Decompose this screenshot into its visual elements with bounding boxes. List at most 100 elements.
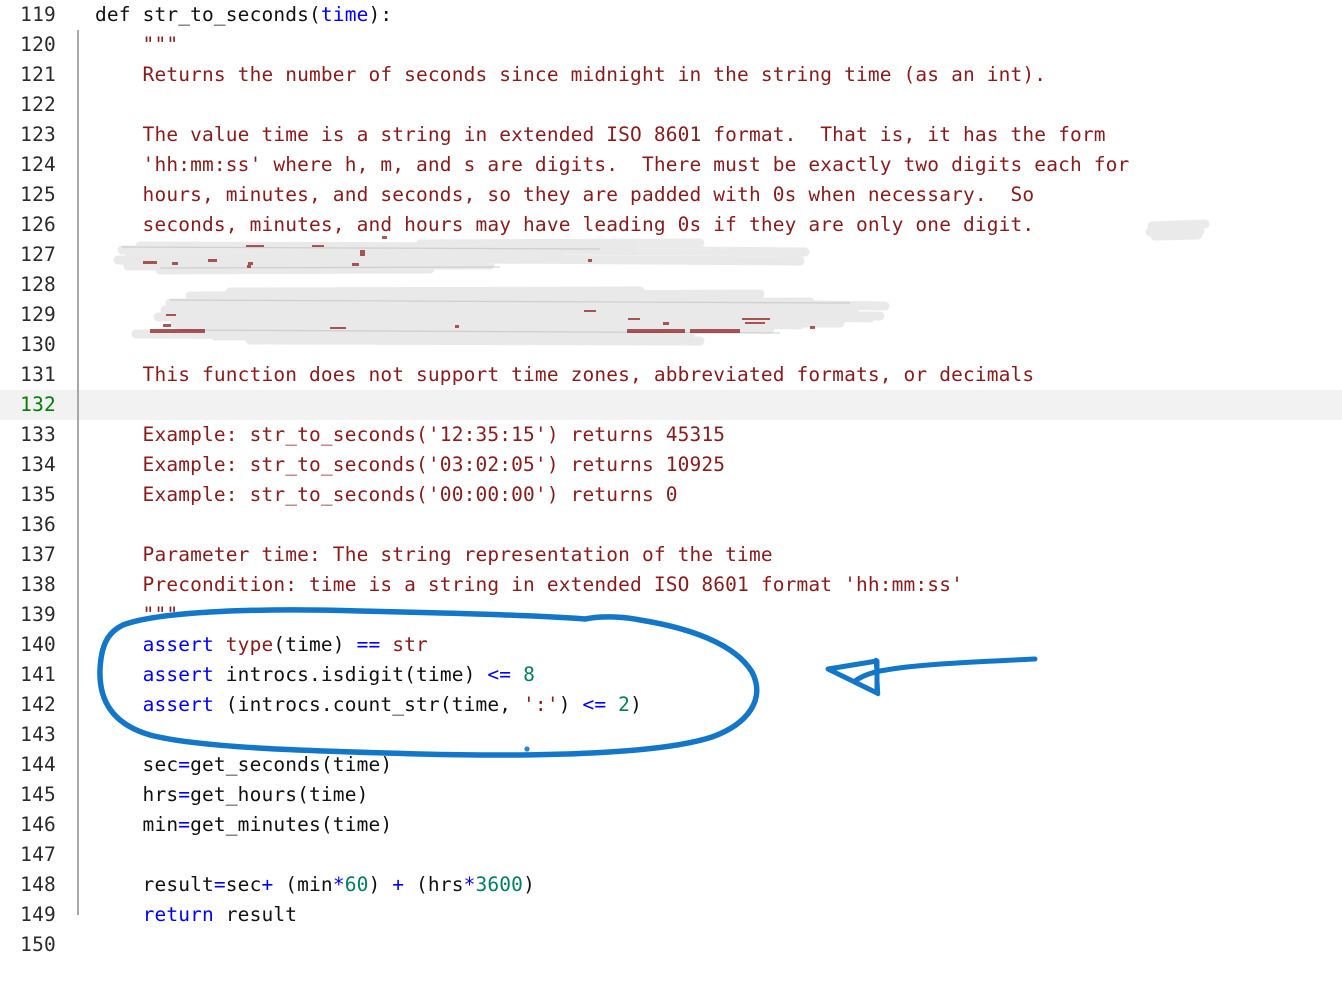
token-operator: =	[178, 813, 191, 836]
token-plain: get_seconds(time)	[190, 753, 393, 776]
code-line-146[interactable]: 146 min=get_minutes(time)	[0, 810, 1342, 840]
token-operator: =	[178, 753, 191, 776]
code-line-131[interactable]: 131 This function does not support time …	[0, 360, 1342, 390]
code-line-150[interactable]: 150	[0, 930, 1342, 960]
token-keyword: assert	[142, 633, 214, 656]
line-number: 149	[20, 903, 56, 926]
code-line-133[interactable]: 133 Example: str_to_seconds('12:35:15') …	[0, 420, 1342, 450]
code-line-132[interactable]: 132	[0, 390, 1342, 420]
code-text[interactable]: assert type(time) == str	[95, 630, 428, 660]
code-line-126[interactable]: 126 seconds, minutes, and hours may have…	[0, 210, 1342, 240]
token-plain: (time)	[273, 633, 357, 656]
line-number: 134	[20, 453, 56, 476]
line-number: 128	[20, 273, 56, 296]
code-text[interactable]: Example: str_to_seconds('03:02:05') retu…	[95, 450, 725, 480]
code-line-137[interactable]: 137 Parameter time: The string represent…	[0, 540, 1342, 570]
code-line-144[interactable]: 144 sec=get_seconds(time)	[0, 750, 1342, 780]
code-text[interactable]: min=get_minutes(time)	[95, 810, 393, 840]
token-plain: ):	[368, 3, 393, 26]
code-line-138[interactable]: 138 Precondition: time is a string in ex…	[0, 570, 1342, 600]
token-string: ':'	[523, 693, 559, 716]
line-number: 146	[20, 813, 56, 836]
token-plain: result	[95, 873, 214, 896]
code-text[interactable]: The value time is a string in extended I…	[95, 120, 1106, 150]
token-string: The value time is a string in extended I…	[95, 123, 1106, 146]
token-string: Returns the number of seconds since midn…	[95, 63, 1047, 86]
code-line-125[interactable]: 125 hours, minutes, and seconds, so they…	[0, 180, 1342, 210]
code-line-120[interactable]: 120 """	[0, 30, 1342, 60]
code-line-121[interactable]: 121 Returns the number of seconds since …	[0, 60, 1342, 90]
token-string: This function does not support time zone…	[95, 363, 1035, 386]
code-text[interactable]: This function does not support time zone…	[95, 360, 1035, 390]
code-text[interactable]: assert introcs.isdigit(time) <= 8	[95, 660, 535, 690]
code-line-128[interactable]: 128	[0, 270, 1342, 300]
code-line-list[interactable]: 119 def str_to_seconds(time): 120 """ 121 R…	[0, 0, 1342, 960]
token-keyword: assert	[142, 693, 214, 716]
code-line-149[interactable]: 149 return result	[0, 900, 1342, 930]
code-text[interactable]: assert (introcs.count_str(time, ':') <= …	[95, 690, 642, 720]
token-string: Parameter time: The string representatio…	[95, 543, 773, 566]
code-line-123[interactable]: 123 The value time is a string in extend…	[0, 120, 1342, 150]
code-text[interactable]: Parameter time: The string representatio…	[95, 540, 773, 570]
code-text[interactable]: Precondition: time is a string in extend…	[95, 570, 963, 600]
line-number: 126	[20, 213, 56, 236]
code-editor-pane[interactable]: 119 def str_to_seconds(time): 120 """ 121 R…	[0, 0, 1342, 981]
code-text[interactable]: sec=get_seconds(time)	[95, 750, 393, 780]
token-operator: <=	[582, 693, 607, 716]
token-string: hours, minutes, and seconds, so they are…	[95, 183, 1035, 206]
code-line-136[interactable]: 136	[0, 510, 1342, 540]
token-keyword: assert	[142, 663, 214, 686]
code-line-141[interactable]: 141 assert introcs.isdigit(time) <= 8	[0, 660, 1342, 690]
line-number: 147	[20, 843, 56, 866]
code-text[interactable]: """	[95, 600, 179, 630]
token-operator: <=	[487, 663, 512, 686]
token-string: """	[95, 33, 179, 56]
code-text[interactable]: hours, minutes, and seconds, so they are…	[95, 180, 1035, 210]
code-line-129[interactable]: 129	[0, 300, 1342, 330]
code-line-145[interactable]: 145 hrs=get_hours(time)	[0, 780, 1342, 810]
code-line-127[interactable]: 127	[0, 240, 1342, 270]
code-text[interactable]: hrs=get_hours(time)	[95, 780, 369, 810]
code-text[interactable]: Example: str_to_seconds('12:35:15') retu…	[95, 420, 725, 450]
token-operator: *	[332, 873, 345, 896]
code-text[interactable]: 'hh:mm:ss' where h, m, and s are digits.…	[95, 150, 1130, 180]
token-plain: hrs	[95, 783, 179, 806]
code-text[interactable]: seconds, minutes, and hours may have lea…	[95, 210, 1035, 240]
code-line-147[interactable]: 147	[0, 840, 1342, 870]
code-text[interactable]: Returns the number of seconds since midn…	[95, 60, 1047, 90]
code-text[interactable]: """	[95, 30, 179, 60]
code-line-139[interactable]: 139 """	[0, 600, 1342, 630]
line-number: 124	[20, 153, 56, 176]
line-number: 136	[20, 513, 56, 536]
code-line-130[interactable]: 130	[0, 330, 1342, 360]
line-number: 130	[20, 333, 56, 356]
code-line-143[interactable]: 143	[0, 720, 1342, 750]
code-line-119[interactable]: 119 def str_to_seconds(time):	[0, 0, 1342, 30]
code-line-140[interactable]: 140 assert type(time) == str	[0, 630, 1342, 660]
line-number: 142	[20, 693, 56, 716]
code-text[interactable]: result=sec+ (min*60) + (hrs*3600)	[95, 870, 535, 900]
code-line-142[interactable]: 142 assert (introcs.count_str(time, ':')…	[0, 690, 1342, 720]
token-keyword: return	[142, 903, 214, 926]
token-operator: =	[178, 783, 191, 806]
code-text[interactable]: def str_to_seconds(time):	[95, 0, 392, 30]
line-number: 139	[20, 603, 56, 626]
code-text[interactable]: Example: str_to_seconds('00:00:00') retu…	[95, 480, 678, 510]
token-string: """	[95, 603, 179, 626]
token-plain: introcs.isdigit(time)	[213, 663, 488, 686]
token-plain: (hrs	[404, 873, 464, 896]
token-plain: (	[309, 3, 321, 26]
line-number: 148	[20, 873, 56, 896]
code-line-148[interactable]: 148 result=sec+ (min*60) + (hrs*3600)	[0, 870, 1342, 900]
code-line-135[interactable]: 135 Example: str_to_seconds('00:00:00') …	[0, 480, 1342, 510]
code-line-122[interactable]: 122	[0, 90, 1342, 120]
code-text[interactable]: return result	[95, 900, 297, 930]
code-line-134[interactable]: 134 Example: str_to_seconds('03:02:05') …	[0, 450, 1342, 480]
code-line-124[interactable]: 124 'hh:mm:ss' where h, m, and s are dig…	[0, 150, 1342, 180]
token-plain: get_hours(time)	[190, 783, 369, 806]
line-number: 125	[20, 183, 56, 206]
line-number: 143	[20, 723, 56, 746]
token-plain: )	[523, 873, 535, 896]
